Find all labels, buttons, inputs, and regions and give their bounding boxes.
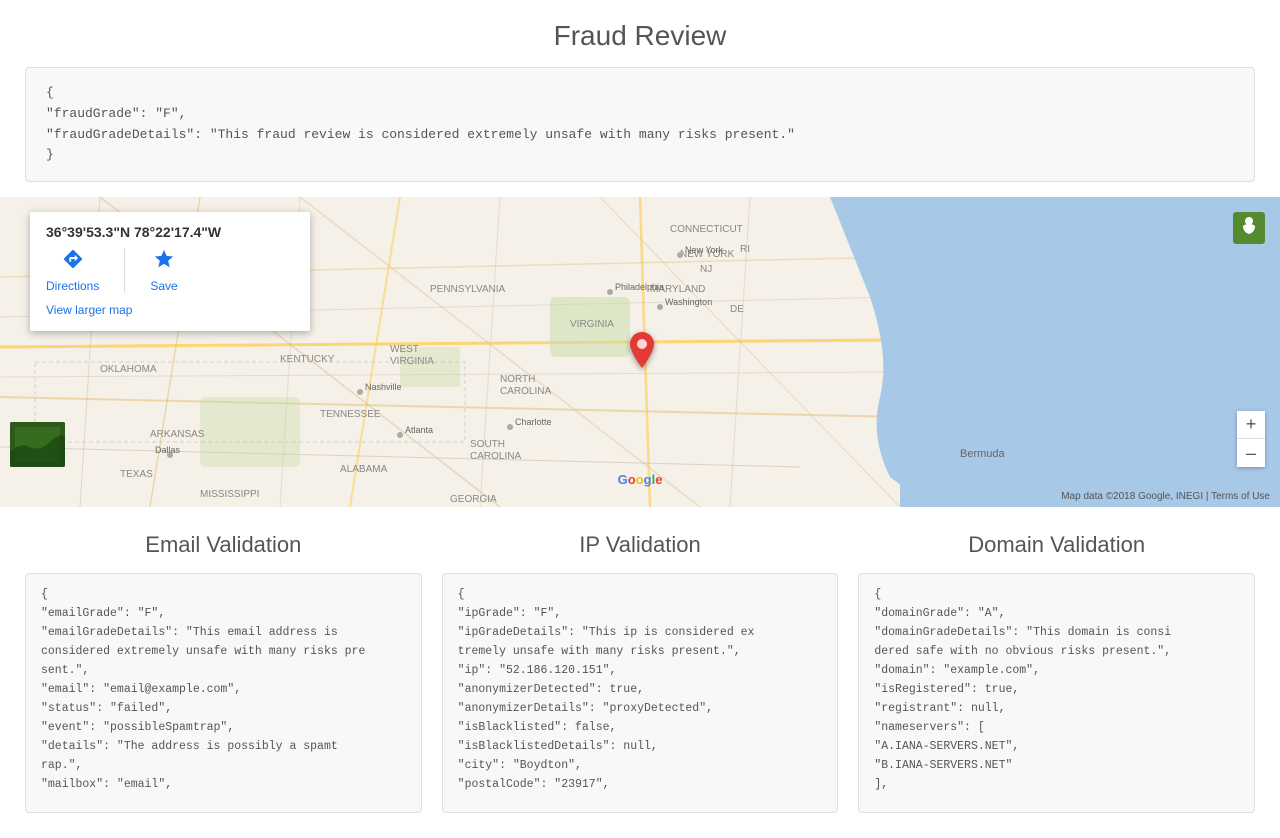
- email-validation-title: Email Validation: [25, 532, 422, 558]
- domain-validation-title: Domain Validation: [858, 532, 1255, 558]
- domain-json-line-7: "nameservers": [: [874, 719, 1239, 738]
- svg-text:Dallas: Dallas: [155, 445, 181, 455]
- email-validation-json: { "emailGrade": "F", "emailGradeDetails"…: [25, 573, 422, 813]
- map-popup: 36°39'53.3"N 78°22'17.4"W Directions Sav…: [30, 212, 310, 331]
- email-json-line-3: considered extremely unsafe with many ri…: [41, 643, 406, 662]
- svg-text:CONNECTICUT: CONNECTICUT: [670, 224, 743, 235]
- email-json-line-0: {: [41, 586, 406, 605]
- directions-icon: [62, 248, 84, 276]
- ip-json-line-9: "city": "Boydton",: [458, 757, 823, 776]
- ip-json-line-6: "anonymizerDetails": "proxyDetected",: [458, 700, 823, 719]
- ip-json-line-5: "anonymizerDetected": true,: [458, 681, 823, 700]
- fraud-json-box: { "fraudGrade": "F", "fraudGradeDetails"…: [25, 67, 1255, 182]
- domain-json-line-4: "domain": "example.com",: [874, 662, 1239, 681]
- svg-text:NJ: NJ: [700, 264, 712, 275]
- save-icon: [153, 248, 175, 276]
- email-json-line-1: "emailGrade": "F",: [41, 605, 406, 624]
- map-attribution: Map data ©2018 Google, INEGI | Terms of …: [1061, 491, 1270, 502]
- domain-json-line-5: "isRegistered": true,: [874, 681, 1239, 700]
- zoom-out-button[interactable]: –: [1237, 439, 1265, 467]
- svg-text:ARKANSAS: ARKANSAS: [150, 429, 205, 440]
- map-coords: 36°39'53.3"N 78°22'17.4"W: [46, 224, 294, 240]
- fraud-json-line-4: }: [46, 145, 1234, 166]
- map-zoom-controls: + –: [1237, 411, 1265, 467]
- save-button[interactable]: Save: [150, 248, 177, 293]
- svg-text:TENNESSEE: TENNESSEE: [320, 409, 381, 420]
- view-larger-map-link[interactable]: View larger map: [46, 303, 132, 317]
- popup-divider: [124, 248, 125, 293]
- svg-text:RI: RI: [740, 244, 750, 255]
- svg-text:Washington: Washington: [665, 297, 712, 307]
- domain-json-line-6: "registrant": null,: [874, 700, 1239, 719]
- email-json-line-4: sent.",: [41, 662, 406, 681]
- domain-json-line-2: "domainGradeDetails": "This domain is co…: [874, 624, 1239, 643]
- fraud-json-line-3: "fraudGradeDetails": "This fraud review …: [46, 125, 1234, 146]
- map-container: TEXAS OKLAHOMA ARKANSAS MISSISSIPPI ALAB…: [0, 197, 1280, 507]
- pegman-button[interactable]: [1233, 212, 1265, 244]
- ip-json-line-0: {: [458, 586, 823, 605]
- email-json-line-2: "emailGradeDetails": "This email address…: [41, 624, 406, 643]
- domain-validation-json: { "domainGrade": "A", "domainGradeDetail…: [858, 573, 1255, 813]
- svg-text:GEORGIA: GEORGIA: [450, 494, 497, 505]
- google-logo: Google: [618, 472, 663, 487]
- svg-text:KENTUCKY: KENTUCKY: [280, 354, 335, 365]
- fraud-json-line-2: "fraudGrade": "F",: [46, 104, 1234, 125]
- svg-text:MISSISSIPPI: MISSISSIPPI: [200, 489, 259, 500]
- svg-text:PENNSYLVANIA: PENNSYLVANIA: [430, 284, 506, 295]
- svg-text:VIRGINIA: VIRGINIA: [570, 319, 614, 330]
- domain-json-line-9: "B.IANA-SERVERS.NET": [874, 757, 1239, 776]
- ip-json-line-10: "postalCode": "23917",: [458, 776, 823, 795]
- domain-json-line-1: "domainGrade": "A",: [874, 605, 1239, 624]
- page-title: Fraud Review: [0, 0, 1280, 67]
- svg-text:Atlanta: Atlanta: [405, 425, 433, 435]
- svg-text:DE: DE: [730, 304, 744, 315]
- domain-json-line-8: "A.IANA-SERVERS.NET",: [874, 738, 1239, 757]
- ip-json-line-3: tremely unsafe with many risks present."…: [458, 643, 823, 662]
- ip-json-line-1: "ipGrade": "F",: [458, 605, 823, 624]
- directions-button[interactable]: Directions: [46, 248, 99, 293]
- ip-json-line-4: "ip": "52.186.120.151",: [458, 662, 823, 681]
- directions-label: Directions: [46, 279, 99, 293]
- ip-json-line-2: "ipGradeDetails": "This ip is considered…: [458, 624, 823, 643]
- map-popup-actions: Directions Save: [46, 248, 294, 293]
- email-json-line-6: "status": "failed",: [41, 700, 406, 719]
- email-validation-column: Email Validation { "emailGrade": "F", "e…: [25, 532, 422, 813]
- svg-text:Nashville: Nashville: [365, 382, 402, 392]
- svg-text:Philadelphia: Philadelphia: [615, 282, 664, 292]
- svg-text:ALABAMA: ALABAMA: [340, 464, 388, 475]
- zoom-in-button[interactable]: +: [1237, 411, 1265, 439]
- ip-json-line-7: "isBlacklisted": false,: [458, 719, 823, 738]
- ip-validation-json: { "ipGrade": "F", "ipGradeDetails": "Thi…: [442, 573, 839, 813]
- fraud-json-line-1: {: [46, 83, 1234, 104]
- ip-validation-title: IP Validation: [442, 532, 839, 558]
- domain-json-line-3: dered safe with no obvious risks present…: [874, 643, 1239, 662]
- svg-text:TEXAS: TEXAS: [120, 469, 153, 480]
- email-json-line-7: "event": "possibleSpamtrap",: [41, 719, 406, 738]
- svg-text:Charlotte: Charlotte: [515, 417, 552, 427]
- ip-json-line-8: "isBlacklistedDetails": null,: [458, 738, 823, 757]
- email-json-line-10: "mailbox": "email",: [41, 776, 406, 795]
- ip-validation-column: IP Validation { "ipGrade": "F", "ipGrade…: [442, 532, 839, 813]
- email-json-line-9: rap.",: [41, 757, 406, 776]
- email-json-line-5: "email": "email@example.com",: [41, 681, 406, 700]
- map-pin: [630, 332, 654, 373]
- svg-text:Bermuda: Bermuda: [960, 448, 1006, 460]
- domain-json-line-0: {: [874, 586, 1239, 605]
- email-json-line-8: "details": "The address is possibly a sp…: [41, 738, 406, 757]
- satellite-button[interactable]: [10, 422, 65, 467]
- domain-json-line-10: ],: [874, 776, 1239, 795]
- domain-validation-column: Domain Validation { "domainGrade": "A", …: [858, 532, 1255, 813]
- validation-section: Email Validation { "emailGrade": "F", "e…: [0, 507, 1280, 838]
- svg-text:New York: New York: [685, 245, 724, 255]
- save-label: Save: [150, 279, 177, 293]
- svg-text:OKLAHOMA: OKLAHOMA: [100, 364, 157, 375]
